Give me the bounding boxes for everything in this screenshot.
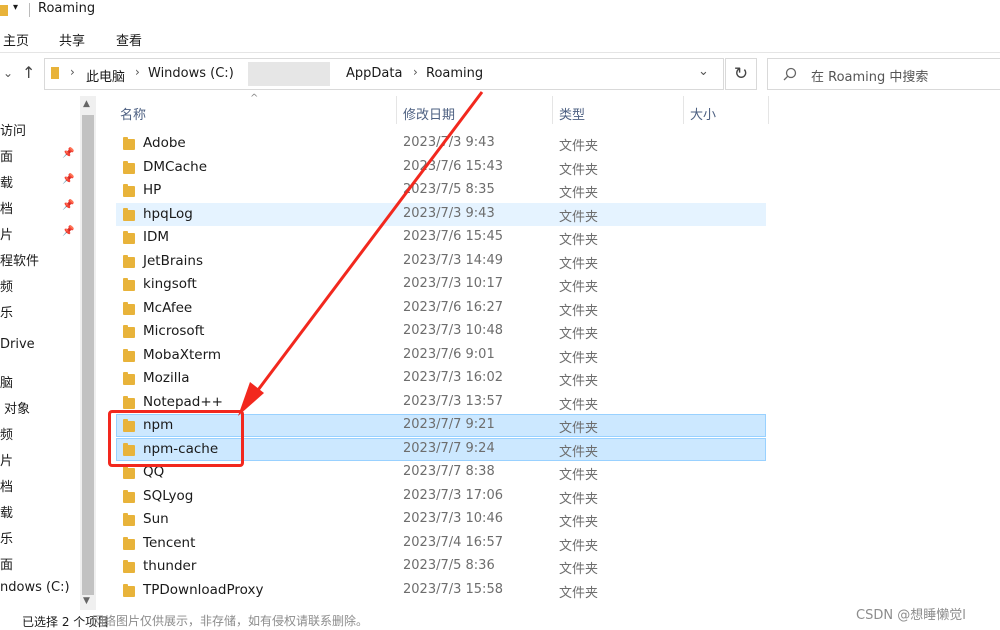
annotation-arrow — [238, 91, 484, 416]
watermark-text: 网络图片仅供展示，非存储，如有侵权请联系删除。 — [92, 614, 369, 628]
credit-text: CSDN @想睡懒觉l — [856, 608, 966, 623]
